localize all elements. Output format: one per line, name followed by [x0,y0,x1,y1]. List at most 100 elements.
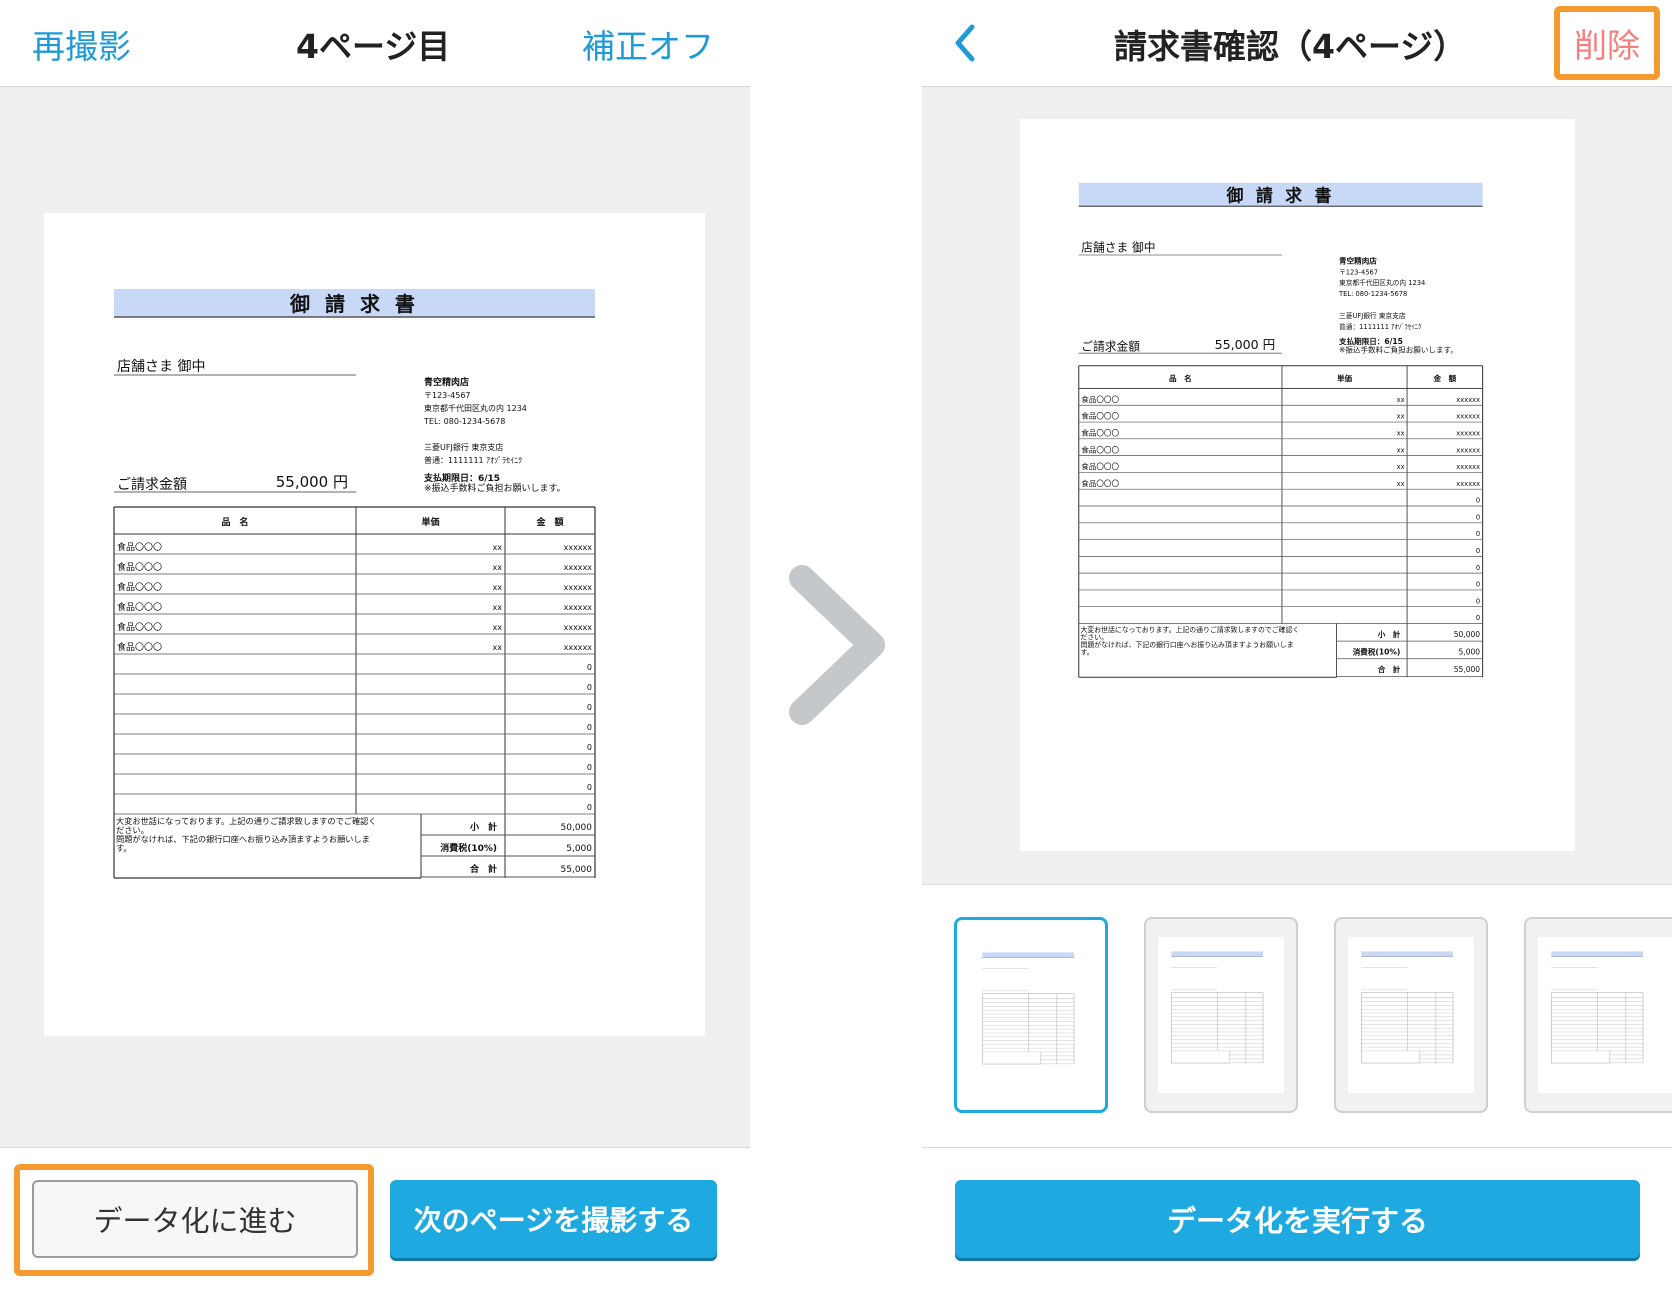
issuer-address: 東京都千代田区丸の内 1234 [1339,278,1425,287]
summary-label: 合 計 [470,863,497,875]
row-price: xx [1397,480,1405,488]
row-item: 食品〇〇〇 [1081,444,1119,454]
row-amount: xxxxxx [564,643,593,652]
invoice-title: 御 請 求 書 [1226,185,1335,205]
row-amount: xxxxxx [1456,413,1480,421]
row-price: xx [1397,463,1405,471]
page-thumbnails [922,885,1672,1148]
thumbnail-page-2[interactable] [1144,917,1298,1113]
row-price: xx [1397,413,1405,421]
issuer-account: 普通：1111111 ｱｵｿﾞﾗｾｲﾆｸ [424,455,522,465]
row-item: 食品〇〇〇 [117,601,162,613]
summary-value: 50,000 [1454,630,1481,639]
amount-value: 55,000 円 [1215,337,1276,352]
thumbnail-page-3[interactable] [1334,917,1488,1113]
row-item: 食品〇〇〇 [1081,461,1119,471]
invoice-title-band [1551,951,1644,957]
row-item: 食品〇〇〇 [117,541,162,553]
invoice-title-band [1361,951,1454,957]
correction-off-button[interactable]: 補正オフ [582,20,714,68]
issuer-due: 支払期限日：6/15 [1338,336,1403,346]
row-price: xx [493,643,503,652]
row-amount: xxxxxx [564,563,593,572]
thumbnail-page-1[interactable] [954,917,1108,1113]
issuer-account: 普通：1111111 ｱｵｿﾞﾗｾｲﾆｸ [1339,322,1421,331]
row-amount: 0 [1476,581,1480,589]
captured-invoice-page: 御 請 求 書店舗さま 御中 青空精肉店 〒123-4567 東京都千代田区丸の内 1… [44,213,705,1036]
confirm-header: 請求書確認（4ページ） 削除 [922,0,1672,87]
capture-header: 再撮影 4ページ目 補正オフ [0,0,750,87]
row-amount: 0 [1476,497,1480,505]
row-price: xx [493,563,503,572]
amount-value: 55,000 円 [276,473,348,491]
row-item: 食品〇〇〇 [117,581,162,593]
row-amount: xxxxxx [1456,429,1480,437]
chevron-right-icon [789,565,885,725]
confirm-title: 請求書確認（4ページ） [1114,27,1467,66]
invoice-title-band [1171,951,1264,957]
summary-label: 合 計 [1378,664,1401,674]
thumbnail-page-4[interactable] [1524,917,1672,1113]
note-line: す。 [116,843,132,853]
column-header-price: 単価 [421,516,439,528]
row-amount: xxxxxx [1456,480,1480,488]
row-amount: 0 [587,763,592,772]
column-header-price: 単価 [1337,373,1353,383]
capture-next-page-button[interactable]: 次のページを撮影する [390,1180,717,1258]
invoice-document-preview: 御 請 求 書店舗さま 御中青空精肉店〒123-4567 東京都千代田区丸の内 1… [1078,182,1484,678]
summary-label: 消費税(10%) [440,842,497,854]
execute-data-button[interactable]: データ化を実行する [955,1180,1640,1258]
note-line: 大変お世話になっております。上記の通りご請求致しますのでご確認く [116,816,377,826]
row-amount: 0 [587,723,592,732]
summary-value: 55,000 [561,865,593,875]
issuer-name: 青空精肉店 [424,376,469,388]
issuer-postal: 〒123-4567 [1339,268,1378,276]
row-amount: xxxxxx [1456,463,1480,471]
row-amount: xxxxxx [1456,396,1480,404]
invoice-document: 御 請 求 書店舗さま 御中青空精肉店〒123-4567 東京都千代田区丸の内 1… [113,289,596,879]
column-header-amount: 金 額 [535,516,563,528]
column-header-amount: 金 額 [1433,373,1457,383]
issuer-fee-note: ※振込手数料ご負担お願いします。 [424,482,566,494]
issuer-tel: TEL: 080-1234-5678 [423,417,505,426]
summary-value: 55,000 [1454,665,1481,674]
issuer-fee-note: ※振込手数料ご負担お願いします。 [1339,344,1458,354]
row-amount: 0 [587,783,592,792]
amount-label: ご請求金額 [1081,340,1140,354]
issuer-name: 青空精肉店 [1339,255,1377,265]
thumbnail-invoice [1361,951,1454,1064]
row-amount: 0 [587,743,592,752]
row-item: 食品〇〇〇 [1081,411,1119,421]
summary-label: 小 計 [1378,629,1401,639]
note-line: 大変お世話になっております。上記の通りご請求致しますのでご確認く [1080,625,1299,634]
issuer-tel: TEL: 080-1234-5678 [1338,290,1407,298]
proceed-to-data-button[interactable]: データ化に進む [32,1180,358,1258]
row-price: xx [493,623,503,632]
row-item: 食品〇〇〇 [117,641,162,653]
confirm-preview: 御 請 求 書店舗さま 御中青空精肉店〒123-4567 東京都千代田区丸の内 1… [922,87,1672,885]
row-price: xx [493,583,503,592]
invoice-recipient: 店舗さま 御中 [117,359,205,375]
row-amount: 0 [587,803,592,812]
row-item: 食品〇〇〇 [1081,427,1119,437]
row-amount: 0 [1476,597,1480,605]
row-amount: 0 [587,703,592,712]
row-amount: 0 [1476,547,1480,555]
summary-value: 50,000 [561,823,593,833]
issuer-bank: 三菱UFJ銀行 東京支店 [424,442,503,452]
summary-label: 消費税(10%) [1353,647,1401,657]
page-title: 4ページ目 [296,27,451,66]
retake-button[interactable]: 再撮影 [32,20,131,68]
note-line: 問題がなければ、下記の銀行口座へお振り込み頂ますようお願いしま [1080,640,1293,649]
back-chevron-icon[interactable] [950,22,980,64]
delete-button[interactable]: 削除 [1574,19,1640,67]
row-price: xx [1397,396,1405,404]
issuer-postal: 〒123-4567 [424,391,471,400]
thumbnail-invoice [1551,951,1644,1064]
issuer-due: 支払期限日：6/15 [423,472,500,484]
issuer-bank: 三菱UFJ銀行 東京支店 [1339,311,1406,320]
invoice-recipient: 店舗さま 御中 [1081,241,1155,255]
row-price: xx [493,603,503,612]
thumbnail-invoice [982,952,1075,1065]
issuer-address: 東京都千代田区丸の内 1234 [424,403,527,413]
